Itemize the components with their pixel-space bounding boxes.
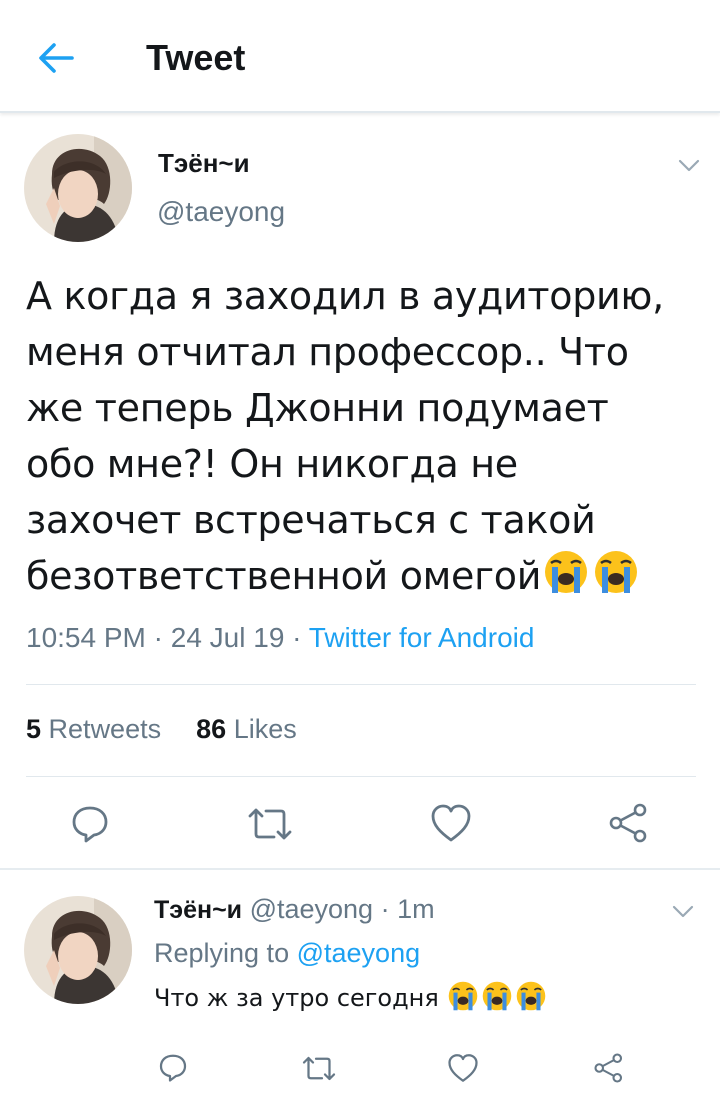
author-handle[interactable]: @taeyong [157,196,285,228]
reply-header: Тэён~и @taeyong · 1m [154,894,435,925]
retweets-stat[interactable]: 5 Retweets [26,714,161,744]
tweet-text-line: меня отчитал профессор.. Что [26,330,629,374]
tweet-stats: 5 Retweets 86 Likes [26,714,297,745]
avatar[interactable] [24,134,132,242]
tweet-text-line-last: безответственной омегой [26,548,706,610]
retweets-count: 5 [26,714,42,744]
likes-count: 86 [196,714,227,744]
retweets-label: Retweets [48,714,162,744]
reply-text-body: Что ж за утро сегодня [154,984,439,1012]
share-icon[interactable] [608,803,650,848]
chevron-down-icon[interactable] [671,904,695,920]
likes-label: Likes [233,714,297,744]
tweet-source-link[interactable]: Twitter for Android [309,622,535,653]
section-divider [0,868,720,870]
arrow-left-icon[interactable] [36,38,76,78]
chevron-down-icon[interactable] [677,158,701,174]
retweet-icon[interactable] [301,1055,337,1087]
replying-to-label: Replying to [154,938,290,968]
tweet-meta: 10:54 PM · 24 Jul 19 · Twitter for Andro… [26,622,534,654]
replying-to-link[interactable]: @taeyong [297,938,421,968]
meta-separator: · [380,894,398,924]
reply-icon[interactable] [158,1052,188,1087]
crying-face-emoji [541,549,591,610]
reply-age: 1m [397,894,435,924]
crying-face-emoji [480,980,514,1018]
divider [26,776,696,777]
reply-icon[interactable] [70,803,110,848]
meta-separator: · [153,622,171,653]
tweet-text-line: захочет встречаться с такой [26,498,596,542]
reply-text: Что ж за утро сегодня [154,980,548,1018]
replying-to: Replying to @taeyong [154,938,420,969]
meta-separator: · [292,622,309,653]
avatar[interactable] [24,896,132,1004]
tweet-text-line: безответственной омегой [26,554,542,598]
heart-icon[interactable] [447,1053,479,1088]
tweet-text: А когда я заходил в аудиторию, меня отчи… [26,268,706,610]
crying-face-emoji [591,549,641,610]
heart-icon[interactable] [430,803,472,848]
crying-face-emoji [446,980,480,1018]
share-icon[interactable] [593,1053,625,1088]
reply-author-handle[interactable]: @taeyong [250,894,374,924]
tweet-date: 24 Jul 19 [170,622,285,653]
reply-author-name[interactable]: Тэён~и [154,896,242,924]
divider [26,684,696,685]
top-bar: Tweet [0,0,720,113]
likes-stat[interactable]: 86 Likes [196,714,297,744]
tweet-text-line: А когда я заходил в аудиторию, [26,274,664,318]
retweet-icon[interactable] [246,806,294,847]
tweet-text-line: же теперь Джонни подумает [26,386,609,430]
crying-face-emoji [514,980,548,1018]
tweet-text-line: обо мне?! Он никогда не [26,442,518,486]
page-title: Tweet [146,37,246,78]
tweet-time: 10:54 PM [26,622,146,653]
author-name[interactable]: Тэён~и [158,148,250,179]
